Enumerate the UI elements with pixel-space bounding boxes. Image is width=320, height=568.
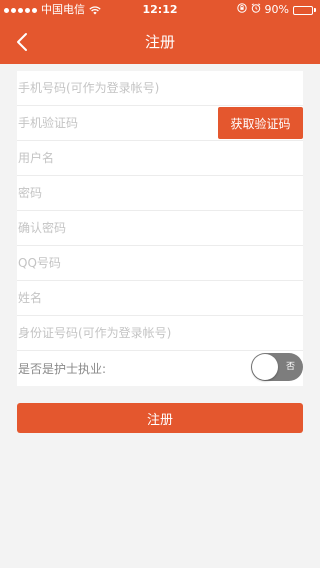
battery-percent: 90%	[264, 3, 289, 16]
confirm-password-row	[17, 211, 303, 246]
id-card-input[interactable]	[17, 316, 303, 350]
phone-input[interactable]	[17, 71, 303, 105]
get-code-button[interactable]: 获取验证码	[218, 107, 303, 139]
id-card-row	[17, 316, 303, 351]
page-title: 注册	[144, 33, 175, 51]
password-row	[17, 176, 303, 211]
navigation-bar: 注册	[0, 20, 320, 64]
name-input[interactable]	[17, 281, 303, 315]
nurse-toggle[interactable]: 否	[251, 353, 303, 381]
verification-code-row: 获取验证码	[17, 106, 303, 141]
status-bar: 中国电信 12:12 90%	[0, 0, 320, 20]
username-row	[17, 141, 303, 176]
battery-icon	[293, 5, 316, 15]
confirm-password-input[interactable]	[17, 211, 303, 245]
qq-row	[17, 246, 303, 281]
toggle-text: 否	[285, 362, 295, 372]
nurse-row: 是否是护士执业: 否	[17, 351, 303, 386]
orientation-lock-icon	[236, 0, 247, 20]
username-input[interactable]	[17, 141, 303, 175]
register-button[interactable]: 注册	[17, 403, 303, 433]
toggle-knob	[252, 354, 278, 380]
alarm-icon	[251, 0, 261, 20]
phone-row	[17, 71, 303, 106]
nurse-label: 是否是护士执业:	[18, 362, 107, 376]
qq-input[interactable]	[17, 246, 303, 280]
verification-code-input[interactable]	[17, 106, 208, 140]
registration-form: 获取验证码 是否是护士执业: 否	[17, 71, 303, 386]
name-row	[17, 281, 303, 316]
password-input[interactable]	[17, 176, 303, 210]
status-right: 90%	[236, 0, 316, 20]
